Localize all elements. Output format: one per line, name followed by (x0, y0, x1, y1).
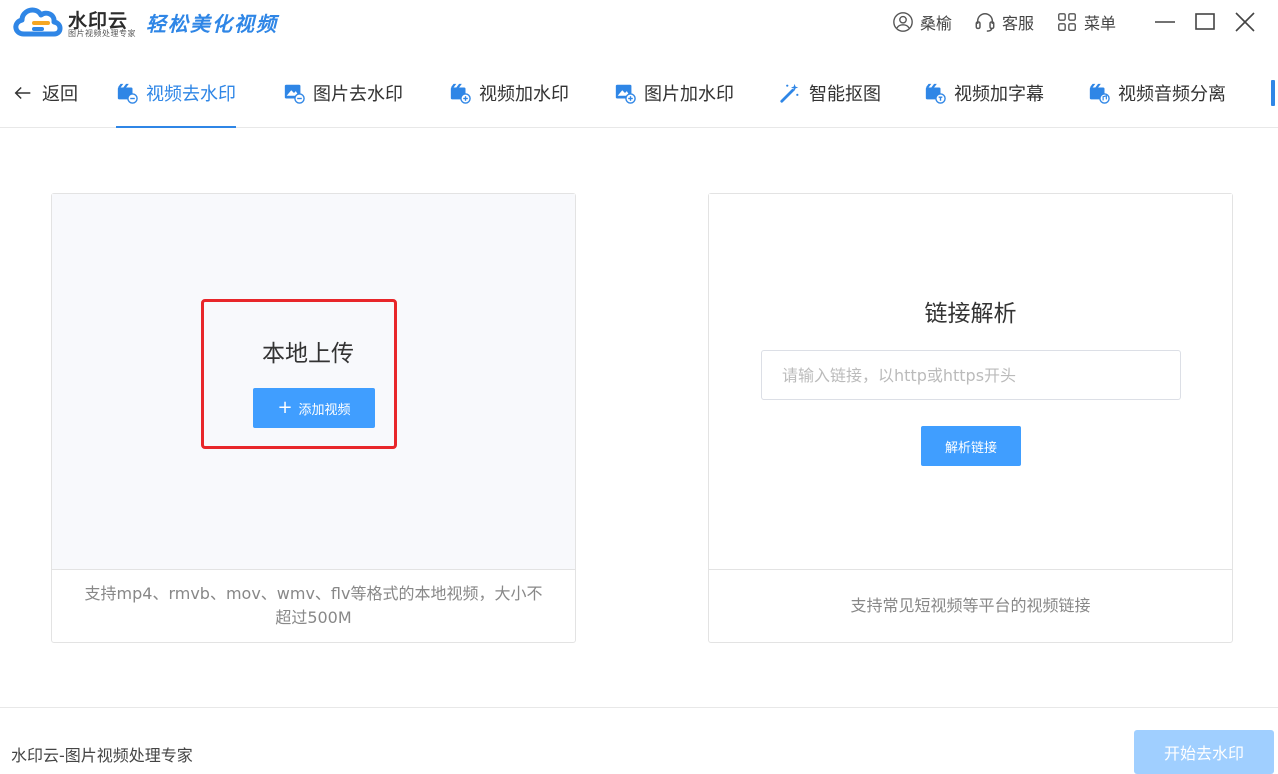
user-name: 桑榆 (919, 14, 952, 33)
grid-icon (1058, 13, 1076, 31)
video-remove-icon (117, 83, 138, 104)
footer-bar: 水印云-图片视频处理专家 开始去水印 (0, 707, 1278, 774)
upload-drop-zone[interactable]: 本地上传 + 添加视频 (52, 194, 575, 570)
add-video-button[interactable]: + 添加视频 (253, 388, 375, 428)
headset-icon (975, 13, 995, 32)
back-label: 返回 (42, 84, 78, 105)
video-audio-icon (1089, 83, 1110, 104)
tab-label: 视频加水印 (479, 84, 569, 105)
maximize-button[interactable] (1192, 9, 1218, 35)
start-remove-watermark-button[interactable]: 开始去水印 (1134, 730, 1274, 774)
minimize-button[interactable] (1152, 9, 1178, 35)
tab-video-add-watermark[interactable]: 视频加水印 (449, 58, 569, 128)
tab-image-remove-watermark[interactable]: 图片去水印 (283, 58, 403, 128)
tab-video-remove-watermark[interactable]: 视频去水印 (116, 58, 236, 128)
tab-label: 智能抠图 (809, 84, 881, 105)
tab-overflow-indicator[interactable] (1271, 80, 1275, 106)
tab-label: 图片加水印 (644, 84, 734, 105)
tab-video-subtitle[interactable]: 视频加字幕 (924, 58, 1044, 128)
service-label: 客服 (1001, 14, 1034, 33)
link-parse-panel: 链接解析 解析链接 支持常见短视频等平台的视频链接 (708, 193, 1233, 643)
upload-title: 本地上传 (262, 341, 354, 367)
plus-icon: + (277, 397, 293, 418)
tab-label: 视频音频分离 (1118, 84, 1226, 105)
user-icon (893, 12, 913, 32)
video-add-icon (450, 83, 471, 104)
link-input[interactable] (761, 350, 1181, 400)
arrow-left-icon (14, 86, 31, 100)
local-upload-panel: 本地上传 + 添加视频 支持mp4、rmvb、mov、wmv、flv等格式的本地… (51, 193, 576, 643)
menu-button[interactable]: 菜单 (1056, 10, 1116, 34)
back-button[interactable]: 返回 (12, 58, 78, 128)
link-parse-area: 链接解析 解析链接 (709, 194, 1232, 570)
video-subtitle-icon (925, 83, 946, 104)
tab-label: 视频加字幕 (954, 84, 1044, 105)
tab-label: 视频去水印 (146, 84, 236, 105)
link-hint: 支持常见短视频等平台的视频链接 (850, 596, 1091, 615)
image-add-icon (615, 84, 636, 104)
link-title: 链接解析 (924, 301, 1017, 327)
close-icon (1235, 12, 1255, 32)
add-video-label: 添加视频 (298, 402, 351, 418)
cloud-logo-icon (13, 7, 63, 37)
magic-wand-icon (780, 83, 799, 103)
footer-text: 水印云-图片视频处理专家 (11, 746, 193, 765)
slogan: 轻松美化视频 (146, 12, 278, 36)
upload-hint: 支持mp4、rmvb、mov、wmv、flv等格式的本地视频，大小不超过500M (84, 584, 543, 627)
image-remove-icon (284, 84, 305, 104)
tab-image-add-watermark[interactable]: 图片加水印 (614, 58, 734, 128)
user-account[interactable]: 桑榆 (892, 10, 952, 34)
brand-subtitle: 图片视频处理专家 (68, 29, 136, 38)
customer-service-button[interactable]: 客服 (974, 10, 1034, 34)
minimize-icon (1155, 21, 1175, 23)
menu-label: 菜单 (1083, 14, 1116, 33)
feature-tabs: 返回 视频去水印 图片去水印 视频加水印 图片加水印 智能抠图 视频加字幕 视频… (0, 58, 1278, 128)
tab-label: 图片去水印 (313, 84, 403, 105)
title-bar: 水印云 图片视频处理专家 轻松美化视频 桑榆 客服 菜单 (0, 0, 1278, 58)
tab-video-audio-separation[interactable]: 视频音频分离 (1088, 58, 1226, 128)
tab-smart-cutout[interactable]: 智能抠图 (779, 58, 881, 128)
maximize-icon (1195, 13, 1215, 30)
parse-link-button[interactable]: 解析链接 (921, 426, 1021, 466)
close-button[interactable] (1232, 9, 1258, 35)
